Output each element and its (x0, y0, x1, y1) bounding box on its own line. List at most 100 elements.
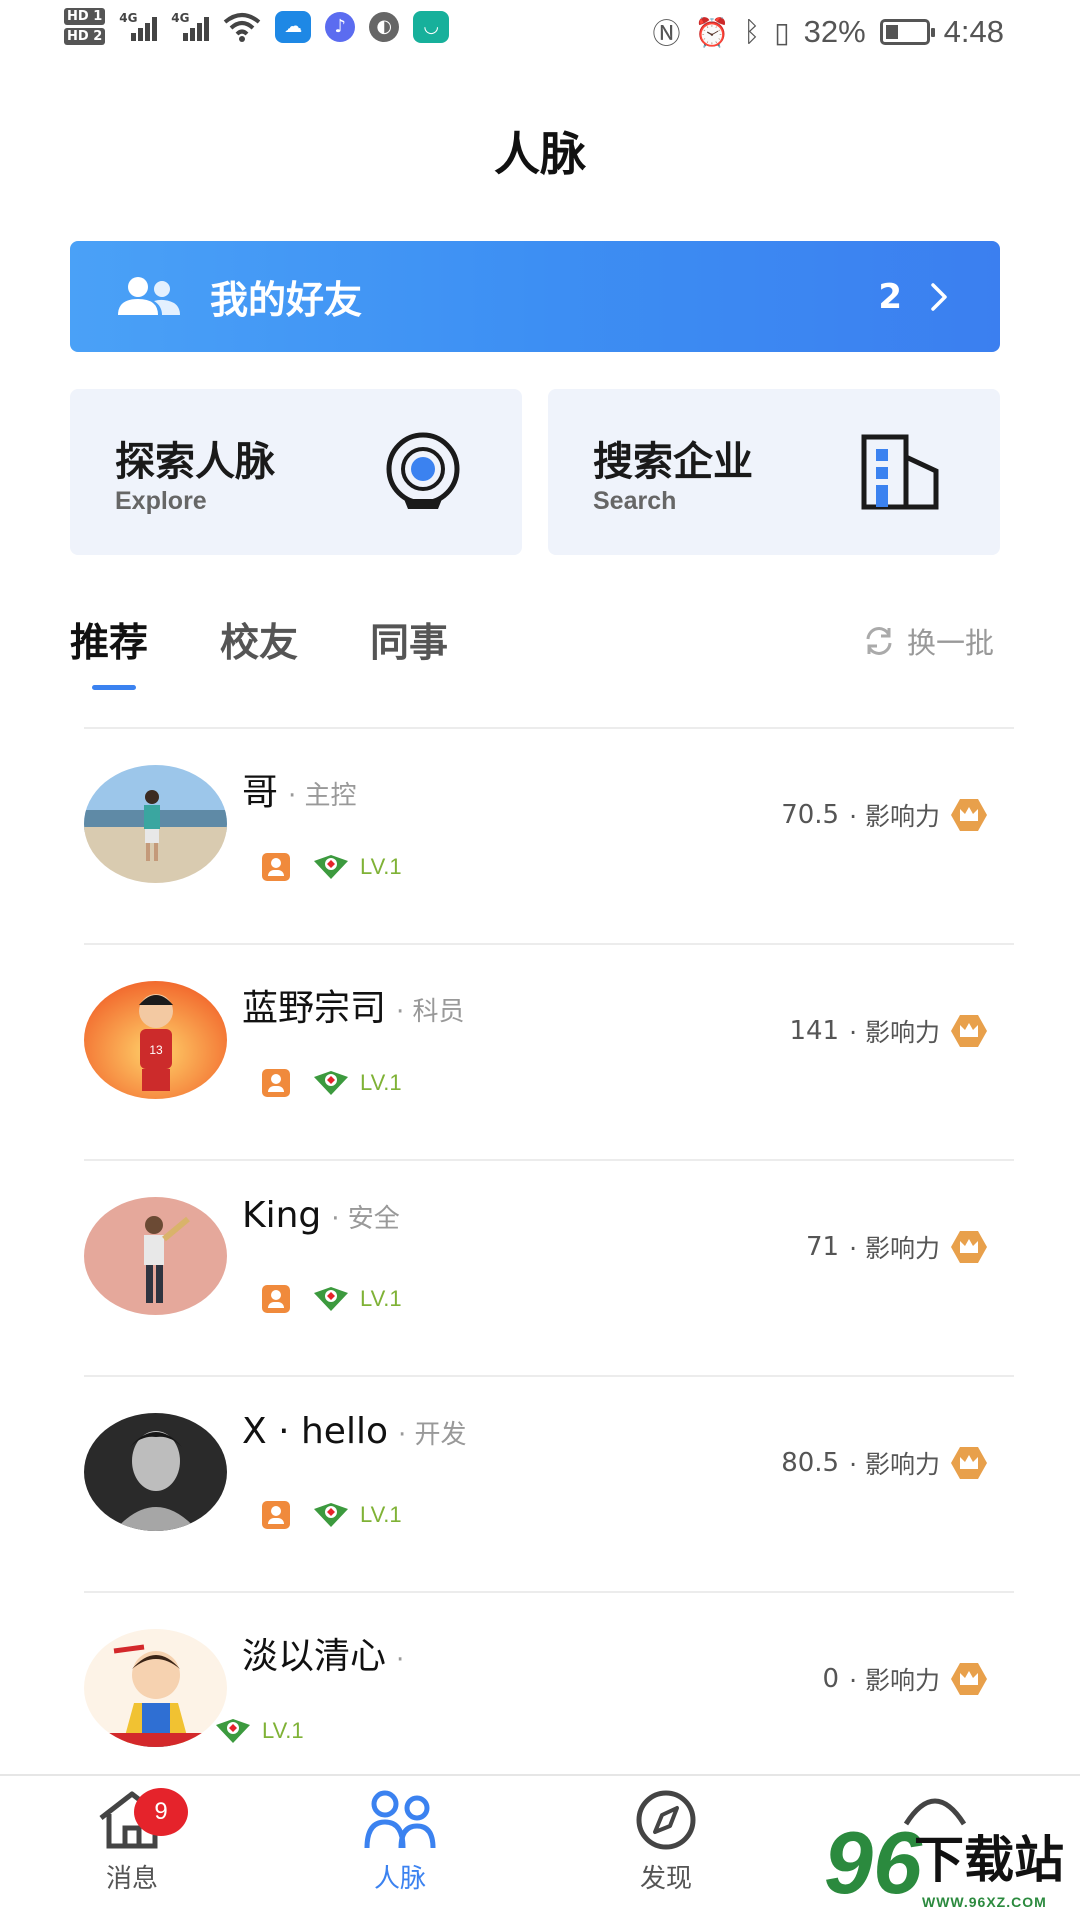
person-name: 蓝野宗司 · 科员 (242, 979, 465, 1031)
level-label: LV.1 (360, 1286, 402, 1311)
people-tabs: 推荐 校友 同事 (70, 612, 448, 690)
person-role: · (396, 1645, 405, 1675)
person-name: X · hello · 开发 (242, 1411, 467, 1452)
crown-badge-icon (951, 1663, 987, 1695)
radar-icon (386, 432, 460, 509)
search-company-card[interactable]: 搜索企业 Search (548, 389, 1000, 555)
people-icon (118, 276, 180, 315)
explore-card-subtitle: Explore (115, 487, 207, 515)
explore-contacts-card[interactable]: 探索人脉 Explore (70, 389, 522, 555)
person-row[interactable]: X · hello · 开发 LV.1 80.5 · 影响力 (84, 1375, 1014, 1591)
unread-badge: 9 (134, 1788, 188, 1836)
page-title: 人脉 (494, 127, 586, 181)
refresh-label: 换一批 (906, 626, 994, 660)
tab-recommended-label: 推荐 (70, 621, 149, 666)
influence-score: 141 · 影响力 (789, 1013, 988, 1049)
battery-icon (879, 19, 935, 45)
signal-icon-2: 4G (171, 10, 210, 41)
person-name-text: King (242, 1195, 322, 1236)
influence-value: 70.5 (781, 800, 840, 830)
person-row[interactable]: 哥 · 主控 LV.1 70.5 · 影响力 (84, 727, 1014, 943)
search-card-subtitle: Search (593, 487, 677, 515)
id-card-icon (262, 1501, 290, 1529)
crown-badge-icon (951, 1015, 987, 1047)
influence-label: · 影响力 (849, 1666, 940, 1695)
nav-discover[interactable]: 发现 (606, 1788, 726, 1895)
level-badge: LV.1 (312, 1069, 402, 1097)
level-label: LV.1 (360, 1502, 402, 1527)
person-row[interactable]: 13 蓝野宗司 · 科员 LV.1 141 · 影响力 (84, 943, 1014, 1159)
my-friends-banner[interactable]: 我的好友 2 (70, 241, 1000, 352)
person-name: 淡以清心 · (242, 1627, 404, 1679)
crown-badge-icon (951, 1231, 987, 1263)
refresh-batch-button[interactable]: 换一批 (863, 620, 994, 662)
music-app-icon: ♪ (325, 11, 356, 42)
person-name: 哥 · 主控 (242, 763, 357, 815)
influence-value: 71 (806, 1232, 840, 1262)
person-name-text: X · hello (242, 1411, 388, 1452)
clock: 4:48 (943, 14, 1004, 49)
person-badges: LV.1 (214, 1717, 304, 1745)
tab-alumni[interactable]: 校友 (220, 612, 298, 668)
person-role: · 安全 (331, 1204, 400, 1234)
chevron-right-icon (931, 282, 947, 311)
level-label: LV.1 (360, 854, 402, 879)
battery-percent: 32% (803, 14, 866, 49)
influence-label: · 影响力 (849, 1234, 940, 1263)
level-shield-icon (314, 1287, 348, 1311)
level-badge: LV.1 (214, 1717, 304, 1745)
level-shield-icon (314, 855, 348, 879)
person-name-text: 哥 (242, 772, 279, 813)
influence-label: · 影响力 (849, 1450, 940, 1479)
person-name-text: 蓝野宗司 (242, 988, 387, 1029)
influence-label: · 影响力 (849, 802, 940, 831)
id-card-icon (262, 853, 290, 881)
person-role: · 科员 (396, 997, 465, 1027)
avatar (84, 1629, 227, 1747)
friends-count: 2 (878, 276, 902, 317)
level-badge: LV.1 (312, 853, 402, 881)
tab-recommended[interactable]: 推荐 (70, 612, 149, 690)
watermark-number: 96 (824, 1813, 922, 1912)
person-badges: LV.1 (262, 1501, 402, 1529)
explore-card-title: 探索人脉 (115, 439, 275, 485)
person-badges: LV.1 (262, 853, 402, 881)
avatar (84, 1413, 227, 1531)
search-card-title: 搜索企业 (593, 439, 753, 485)
hd2-indicator: HD 2 (64, 28, 106, 45)
avatar: 13 (84, 981, 227, 1099)
svg-text:13: 13 (149, 1043, 163, 1057)
influence-label: · 影响力 (849, 1018, 940, 1047)
site-watermark: 96 下载站 WWW.96XZ.COM (824, 1812, 1074, 1920)
network-type-2: 4G (171, 10, 190, 25)
influence-score: 70.5 · 影响力 (781, 797, 988, 833)
hd1-indicator: HD 1 (64, 8, 106, 25)
status-bar-left: HD 1 HD 2 4G 4G ☁ ♪ ◐ ◡ (64, 8, 450, 45)
person-badges: LV.1 (262, 1069, 402, 1097)
people-list: 哥 · 主控 LV.1 70.5 · 影响力 13 蓝野宗司 · 科员 LV.1… (84, 727, 1014, 1807)
tab-colleagues[interactable]: 同事 (370, 612, 448, 668)
influence-score: 80.5 · 影响力 (781, 1445, 988, 1481)
person-row[interactable]: King · 安全 LV.1 71 · 影响力 (84, 1159, 1014, 1375)
influence-value: 141 (789, 1016, 840, 1046)
nav-contacts[interactable]: 人脉 (340, 1788, 460, 1895)
tab-alumni-label: 校友 (220, 621, 299, 666)
watermark-url: WWW.96XZ.COM (922, 1894, 1047, 1910)
status-bar-right: Ⓝ ⏰ ᛒ ▯ 32% 4:48 (652, 12, 1004, 52)
signal-icon: 4G (119, 11, 158, 41)
avatar (84, 1197, 227, 1315)
level-badge: LV.1 (312, 1285, 402, 1313)
browser-app-icon: ◐ (369, 11, 400, 42)
level-shield-icon (314, 1071, 348, 1095)
nav-messages[interactable]: 消息 9 (72, 1788, 192, 1895)
person-name: King · 安全 (242, 1195, 400, 1236)
influence-score: 71 · 影响力 (806, 1229, 988, 1265)
my-friends-label: 我的好友 (210, 278, 363, 322)
alarm-icon: ⏰ (694, 16, 730, 48)
id-card-icon (262, 1285, 290, 1313)
nfc-icon: Ⓝ (652, 18, 681, 49)
contacts-icon (364, 1790, 436, 1849)
person-role: · 主控 (288, 781, 357, 811)
weather-app-icon: ☁ (275, 10, 312, 43)
level-label: LV.1 (360, 1070, 402, 1095)
